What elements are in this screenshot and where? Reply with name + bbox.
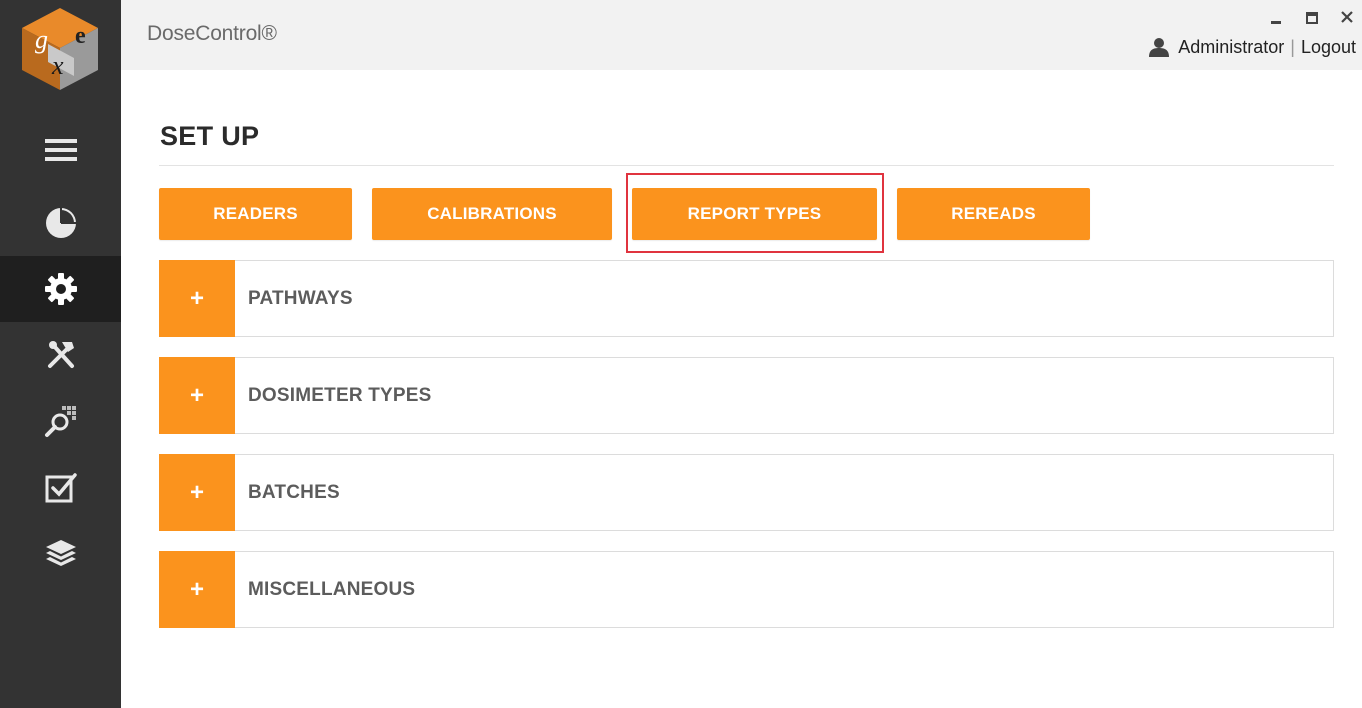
user-icon <box>1149 38 1170 57</box>
logout-link[interactable]: Logout <box>1301 37 1356 58</box>
section-label-pathways[interactable]: PATHWAYS <box>248 261 353 336</box>
expand-pathways-button[interactable]: + <box>159 260 235 337</box>
svg-text:g: g <box>35 25 48 54</box>
app-window: g e x DoseControl® Administrator | Logou… <box>0 0 1362 708</box>
sidebar-item-setup[interactable] <box>0 256 121 322</box>
window-controls <box>1252 6 1362 30</box>
readers-button[interactable]: READERS <box>159 188 352 240</box>
close-icon <box>1341 11 1353 23</box>
title-divider <box>159 165 1334 166</box>
sidebar: g e x <box>0 0 121 708</box>
app-title: DoseControl® <box>147 22 277 45</box>
calibrations-button[interactable]: CALIBRATIONS <box>372 188 612 240</box>
svg-text:e: e <box>75 23 86 49</box>
pie-chart-icon <box>45 208 76 238</box>
minimize-button[interactable] <box>1263 6 1289 30</box>
minimize-icon <box>1271 21 1281 24</box>
expand-miscellaneous-button[interactable]: + <box>159 551 235 628</box>
section-dosimeter-types: + DOSIMETER TYPES <box>159 357 1334 434</box>
user-area: Administrator | Logout <box>1149 36 1356 58</box>
maximize-button[interactable] <box>1299 6 1325 30</box>
expand-dosimeter-types-button[interactable]: + <box>159 357 235 434</box>
section-pathways: + PATHWAYS <box>159 260 1334 337</box>
sidebar-item-search[interactable] <box>0 388 121 454</box>
section-batches: + BATCHES <box>159 454 1334 531</box>
sidebar-item-menu[interactable] <box>0 117 121 183</box>
close-button[interactable] <box>1334 6 1360 30</box>
header-bar: DoseControl® Administrator | Logout <box>121 0 1362 70</box>
expand-batches-button[interactable]: + <box>159 454 235 531</box>
user-name[interactable]: Administrator <box>1178 37 1284 58</box>
sidebar-item-tasks[interactable] <box>0 455 121 521</box>
layers-icon <box>45 540 76 566</box>
tools-icon <box>47 341 74 368</box>
sidebar-item-dashboard[interactable] <box>0 190 121 256</box>
section-label-miscellaneous[interactable]: MISCELLANEOUS <box>248 552 415 627</box>
search-grid-icon <box>44 406 76 437</box>
section-label-batches[interactable]: BATCHES <box>248 455 340 530</box>
checkbox-icon <box>45 473 77 503</box>
section-label-dosimeter-types[interactable]: DOSIMETER TYPES <box>248 358 432 433</box>
section-miscellaneous: + MISCELLANEOUS <box>159 551 1334 628</box>
hamburger-icon <box>44 139 77 161</box>
gex-logo: g e x <box>18 6 102 92</box>
sidebar-item-layers[interactable] <box>0 521 121 587</box>
user-separator: | <box>1290 36 1295 57</box>
svg-text:x: x <box>51 51 64 80</box>
maximize-icon <box>1306 12 1318 24</box>
sidebar-item-tools[interactable] <box>0 322 121 388</box>
rereads-button[interactable]: REREADS <box>897 188 1090 240</box>
gear-icon <box>44 273 77 305</box>
page-title: SET UP <box>160 121 260 151</box>
report-types-button[interactable]: REPORT TYPES <box>632 188 877 240</box>
